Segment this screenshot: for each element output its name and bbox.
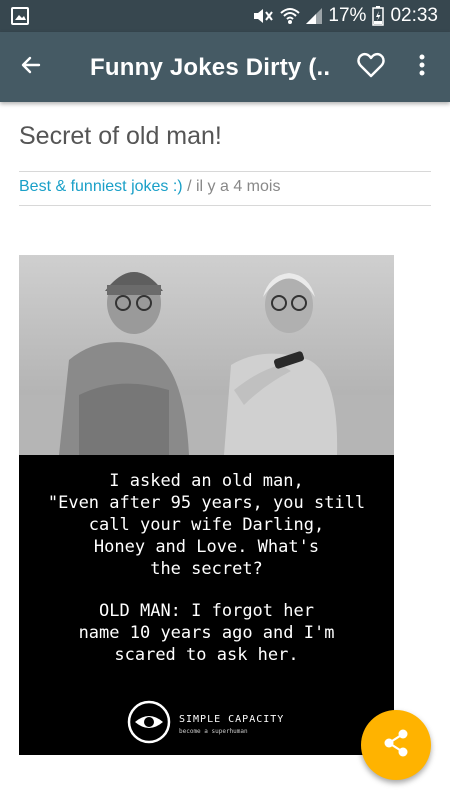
joke-line: "Even after 95 years, you still [47,493,366,513]
back-arrow-icon [19,53,43,82]
gallery-icon [10,6,30,26]
brand-logo: SIMPLE CAPACITY become a superhuman [127,700,284,749]
joke-line: the secret? [150,559,263,579]
back-button[interactable] [10,46,52,88]
favorite-button[interactable] [350,46,392,88]
joke-line: scared to ask her. [114,645,299,665]
eye-logo-icon [127,700,171,749]
battery-charging-icon [372,6,385,26]
joke-line: name 10 years ago and I'm [78,623,335,643]
brand-name: SIMPLE CAPACITY [179,714,285,725]
app-bar: Funny Jokes Dirty (... [0,32,450,102]
joke-image[interactable]: I asked an old man, "Even after 95 years… [19,255,394,755]
wifi-icon [280,7,301,25]
joke-line: I asked an old man, [109,471,304,491]
clock: 02:33 [390,5,438,26]
app-title: Funny Jokes Dirty (... [90,54,330,81]
category-link[interactable]: Best & funniest jokes :) [19,178,183,195]
more-vert-icon [419,54,425,81]
share-icon [383,729,409,762]
share-button[interactable] [361,710,431,780]
status-bar: 17% 02:33 [0,0,450,32]
joke-line: OLD MAN: I forgot her [99,601,314,621]
overflow-menu-button[interactable] [405,46,439,88]
joke-line: Honey and Love. What's [93,537,320,557]
heart-outline-icon [357,52,385,83]
signal-icon [306,8,323,24]
divider [19,205,431,206]
post-meta: Best & funniest jokes :) / il y a 4 mois [19,178,280,196]
battery-percent: 17% [328,5,367,26]
post-time: il y a 4 mois [195,178,281,195]
meta-separator: / [182,178,196,195]
brand-tagline: become a superhuman [179,728,248,735]
mute-icon [252,7,274,25]
post-title: Secret of old man! [19,122,222,150]
old-couple-photo [19,255,394,455]
joke-line: call your wife Darling, [88,515,325,535]
divider [19,171,431,172]
joke-text: I asked an old man, "Even after 95 years… [19,470,394,666]
post-content: Secret of old man! Best & funniest jokes… [0,102,450,800]
